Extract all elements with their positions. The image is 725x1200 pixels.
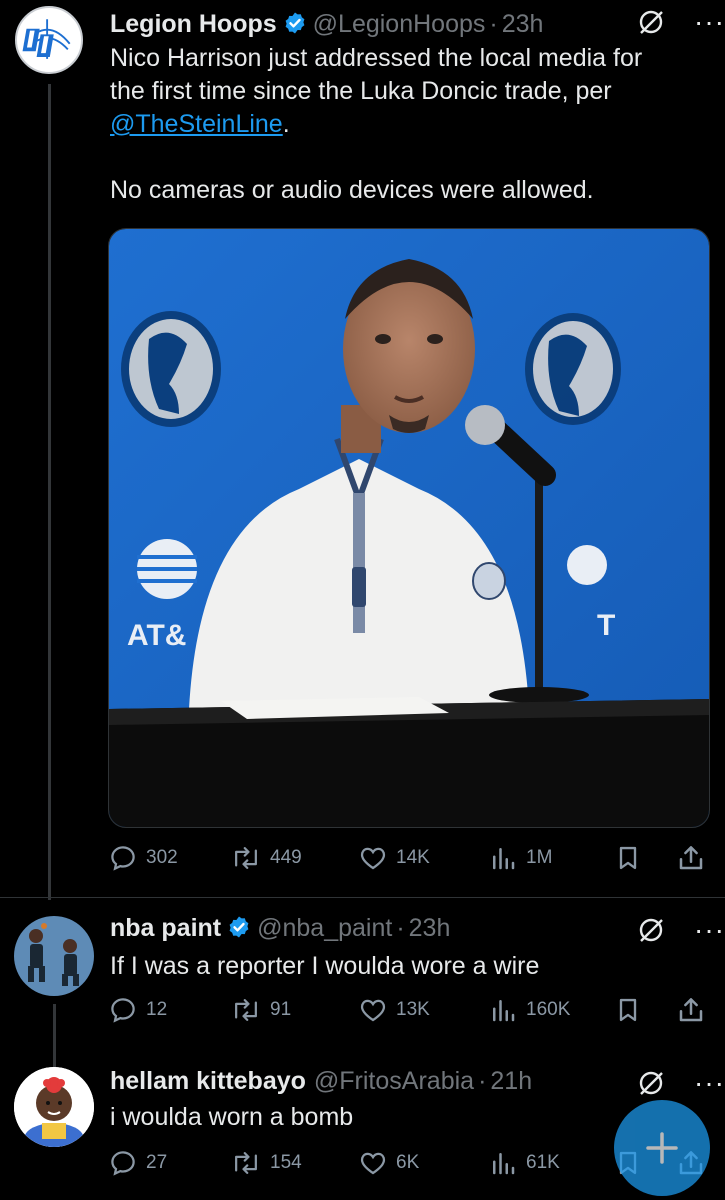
bookmark-button[interactable] bbox=[614, 992, 642, 1028]
thread-line bbox=[48, 84, 51, 900]
heart-icon bbox=[360, 847, 386, 870]
separator-dot: · bbox=[396, 914, 405, 942]
share-button[interactable] bbox=[676, 992, 706, 1028]
nba-paint-avatar-art bbox=[28, 923, 79, 986]
tweet-header: hellam kittebayo @FritosArabia · 21h bbox=[110, 1067, 532, 1096]
mention-link[interactable]: @TheSteinLine bbox=[110, 110, 283, 138]
heart-icon bbox=[360, 1152, 386, 1175]
avatar-fritos-arabia[interactable] bbox=[14, 1067, 94, 1147]
repost-count: 91 bbox=[270, 999, 292, 1020]
share-icon bbox=[679, 998, 703, 1022]
tweet-actions: 12 91 13K 160K bbox=[108, 992, 708, 1028]
tweet-top-icons: ··· bbox=[638, 8, 725, 36]
like-count: 6K bbox=[396, 1152, 420, 1173]
plus-icon bbox=[646, 1132, 678, 1164]
att-sign-left: AT& bbox=[127, 619, 186, 652]
reply-count: 12 bbox=[146, 999, 168, 1020]
reply-count: 27 bbox=[146, 1152, 168, 1173]
reply-button[interactable]: 27 bbox=[108, 1145, 167, 1181]
like-button[interactable]: 13K bbox=[358, 992, 430, 1028]
views-chart-icon bbox=[493, 1153, 515, 1175]
handle[interactable]: @nba_paint bbox=[257, 914, 392, 943]
tweet-legion-hoops[interactable]: Legion Hoops @LegionHoops · 23h ··· Nico… bbox=[0, 0, 725, 900]
handle[interactable]: @LegionHoops bbox=[313, 10, 486, 39]
grok-icon[interactable] bbox=[638, 1070, 664, 1096]
avatar-legion-hoops[interactable] bbox=[15, 6, 83, 74]
repost-icon bbox=[235, 999, 257, 1021]
tweet-actions: 302 449 14K 1M bbox=[108, 840, 708, 876]
verified-badge-icon bbox=[285, 12, 305, 34]
reply-button[interactable]: 12 bbox=[108, 992, 167, 1028]
view-count: 160K bbox=[526, 999, 571, 1020]
avatar-nba-paint[interactable] bbox=[14, 916, 94, 996]
views-chart-icon bbox=[493, 1000, 515, 1022]
fritos-arabia-avatar-art bbox=[14, 1067, 94, 1147]
tweet-media-photo[interactable]: AT& T bbox=[108, 228, 710, 828]
tweet-fritos-arabia[interactable]: hellam kittebayo @FritosArabia · 21h ···… bbox=[0, 1055, 725, 1200]
repost-icon bbox=[235, 847, 257, 869]
divider bbox=[0, 897, 725, 898]
heart-icon bbox=[360, 999, 386, 1022]
views-button[interactable]: 160K bbox=[488, 992, 570, 1028]
press-conference-photo: AT& T bbox=[109, 229, 709, 827]
verified-badge-icon bbox=[229, 916, 249, 938]
views-chart-icon bbox=[493, 848, 515, 870]
more-options-icon[interactable]: ··· bbox=[694, 8, 725, 36]
repost-icon bbox=[235, 1152, 257, 1174]
reply-icon bbox=[111, 998, 135, 1023]
more-options-icon[interactable]: ··· bbox=[694, 916, 725, 944]
views-button[interactable]: 61K bbox=[488, 1145, 560, 1181]
tweet-header: nba paint @nba_paint · 23h bbox=[110, 912, 450, 943]
like-button[interactable]: 6K bbox=[358, 1145, 419, 1181]
repost-button[interactable]: 91 bbox=[230, 992, 291, 1028]
tweet-text-line: Nico Harrison just addressed the local m… bbox=[110, 44, 643, 72]
views-button[interactable]: 1M bbox=[488, 840, 552, 876]
tweet-top-icons: ··· bbox=[638, 1069, 725, 1097]
display-name[interactable]: Legion Hoops bbox=[110, 10, 277, 39]
repost-button[interactable]: 154 bbox=[230, 1145, 302, 1181]
repost-count: 449 bbox=[270, 847, 302, 868]
mavericks-logo-right bbox=[525, 313, 621, 425]
mavericks-logo-left bbox=[121, 311, 221, 427]
like-count: 14K bbox=[396, 847, 430, 868]
grok-icon[interactable] bbox=[638, 917, 664, 943]
like-button[interactable]: 14K bbox=[358, 840, 430, 876]
display-name[interactable]: hellam kittebayo bbox=[110, 1067, 306, 1096]
repost-count: 154 bbox=[270, 1152, 302, 1173]
tweet-text: Nico Harrison just addressed the local m… bbox=[110, 42, 710, 207]
tweet-nba-paint[interactable]: nba paint @nba_paint · 23h ··· If I was … bbox=[0, 900, 725, 1070]
mention-suffix: . bbox=[282, 110, 290, 138]
reply-count: 302 bbox=[146, 847, 178, 868]
share-button[interactable] bbox=[676, 840, 706, 876]
grok-icon[interactable] bbox=[638, 9, 664, 35]
bookmark-icon bbox=[619, 998, 637, 1022]
like-count: 13K bbox=[396, 999, 430, 1020]
handle[interactable]: @FritosArabia bbox=[314, 1067, 474, 1096]
tweet-text-line: @TheSteinLine. bbox=[110, 108, 710, 141]
repost-button[interactable]: 449 bbox=[230, 840, 302, 876]
tweet-header: Legion Hoops @LegionHoops · 23h bbox=[110, 8, 543, 39]
bookmark-button[interactable] bbox=[614, 840, 642, 876]
timestamp[interactable]: 21h bbox=[490, 1067, 532, 1096]
tweet-text: If I was a reporter I woulda wore a wire bbox=[110, 952, 540, 980]
view-count: 1M bbox=[526, 847, 553, 868]
legion-hoops-logo bbox=[18, 9, 76, 67]
att-sign-right: T bbox=[597, 609, 615, 642]
view-count: 61K bbox=[526, 1152, 560, 1173]
reply-icon bbox=[111, 1151, 135, 1176]
timestamp[interactable]: 23h bbox=[502, 10, 544, 39]
reply-button[interactable]: 302 bbox=[108, 840, 178, 876]
tweet-top-icons: ··· bbox=[638, 916, 725, 944]
reply-icon bbox=[111, 846, 135, 871]
tweet-text-line: the first time since the Luka Doncic tra… bbox=[110, 77, 612, 105]
bookmark-icon bbox=[619, 846, 637, 870]
display-name[interactable]: nba paint bbox=[110, 914, 221, 943]
timestamp[interactable]: 23h bbox=[409, 914, 451, 943]
separator-dot: · bbox=[478, 1067, 487, 1095]
tweet-text-line: No cameras or audio devices were allowed… bbox=[110, 176, 594, 204]
compose-post-button[interactable] bbox=[614, 1100, 710, 1196]
more-options-icon[interactable]: ··· bbox=[694, 1069, 725, 1097]
separator-dot: · bbox=[489, 10, 498, 38]
share-icon bbox=[679, 846, 703, 870]
